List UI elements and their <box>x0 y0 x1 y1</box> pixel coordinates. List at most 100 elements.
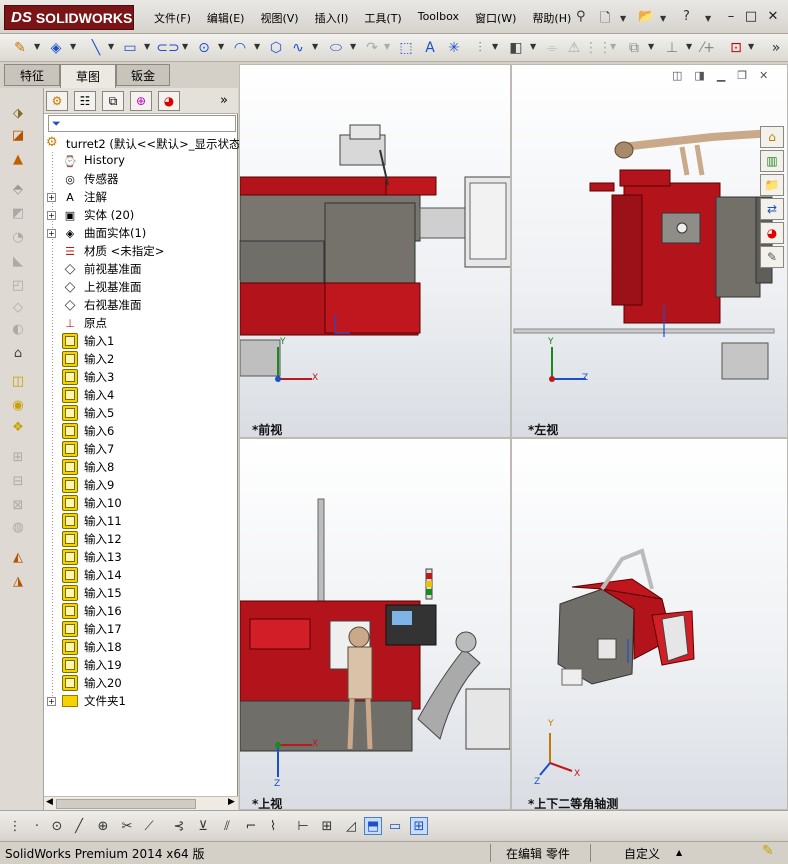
open-folder-icon[interactable]: 📂 <box>638 9 654 24</box>
tree-item[interactable]: ◇ 上视基准面 <box>44 278 238 296</box>
fillet-feature-icon[interactable]: ◔ <box>9 228 27 246</box>
rapid-sketch-icon[interactable]: ⊡ <box>726 38 746 58</box>
tree-item[interactable]: 输入12 <box>44 530 238 548</box>
fillet-icon[interactable]: ↷ <box>362 38 382 58</box>
revolved-cut-icon[interactable]: ◩ <box>9 204 27 222</box>
tree-item[interactable]: 输入19 <box>44 656 238 674</box>
arc-dropdown-chevron-icon[interactable]: ▼ <box>254 42 260 51</box>
polyline-small-icon[interactable]: ⌇ <box>264 817 282 835</box>
expand-toggle-icon[interactable]: + <box>47 229 56 238</box>
configuration-manager-icon[interactable]: ⧉ <box>102 91 124 111</box>
solidworks-logo[interactable]: DS SOLIDWORKS <box>4 5 134 30</box>
spline-dropdown-chevron-icon[interactable]: ▼ <box>312 42 318 51</box>
tree-item[interactable]: ◇ 前视基准面 <box>44 260 238 278</box>
appearances-scenes-icon[interactable]: ◕ <box>760 222 784 244</box>
convert-entities-icon[interactable]: ◧ <box>506 38 526 58</box>
angle-small-icon[interactable]: ◿ <box>342 817 360 835</box>
move-entities-icon[interactable]: ⧉ <box>624 38 644 58</box>
offset-icon[interactable]: ⌯ <box>542 38 562 58</box>
circle-dropdown-chevron-icon[interactable]: ▼ <box>218 42 224 51</box>
tree-item[interactable]: 输入20 <box>44 674 238 692</box>
hole-wizard-icon[interactable]: ⌂ <box>9 344 27 362</box>
menu-item-6[interactable]: 窗口(W) <box>467 10 524 26</box>
swept-boss-icon[interactable]: ▲ <box>9 150 27 168</box>
mirror-small-icon[interactable]: ⊻ <box>194 817 212 835</box>
relations-dropdown-chevron-icon[interactable]: ▼ <box>686 42 692 51</box>
tree-item[interactable]: ◎ 传感器 <box>44 170 238 188</box>
file-explorer-icon[interactable]: 📁 <box>760 174 784 196</box>
tree-item[interactable]: + ▣ 实体 (20) <box>44 206 238 224</box>
open-dropdown-chevron-icon[interactable]: ▼ <box>660 14 666 23</box>
expand-toggle-icon[interactable]: + <box>47 697 56 706</box>
tree-item[interactable]: 输入10 <box>44 494 238 512</box>
scroll-right-icon[interactable]: ▶ <box>228 797 235 807</box>
dimension-small-icon[interactable]: ⊢ <box>294 817 312 835</box>
panel-expand-icon[interactable]: » <box>220 93 228 108</box>
point-small-icon[interactable]: · <box>28 817 46 835</box>
linear-pattern-feature-icon[interactable]: ⊞ <box>9 448 27 466</box>
line-small-icon[interactable]: ╱ <box>70 817 88 835</box>
viewport-isometric[interactable]: Y X Z *上下二等角轴测 <box>512 439 787 809</box>
viewport-front[interactable]: Y X *前视 <box>240 65 510 437</box>
viewport-top[interactable]: X Z *上视 <box>240 439 510 809</box>
expand-toggle-icon[interactable]: + <box>47 193 56 202</box>
arc-icon[interactable]: ◠ <box>230 38 250 58</box>
tree-item[interactable]: 输入6 <box>44 422 238 440</box>
custom-properties-icon[interactable]: ✎ <box>760 246 784 268</box>
tree-item[interactable]: 输入4 <box>44 386 238 404</box>
new-document-icon[interactable]: 🗋 <box>600 9 610 31</box>
rib-icon[interactable]: ◇ <box>9 298 27 316</box>
view-palette-icon[interactable]: ⇄ <box>760 198 784 220</box>
curves-icon[interactable]: ◉ <box>9 396 27 414</box>
draft-icon[interactable]: ◐ <box>9 320 27 338</box>
line-icon[interactable]: ╲ <box>86 38 106 58</box>
viewport-left[interactable]: ◫ ◨ ▁ ❐ ✕ Y Z *左视 <box>512 65 787 437</box>
tree-item[interactable]: 输入16 <box>44 602 238 620</box>
design-library-icon[interactable]: ▥ <box>760 150 784 172</box>
mirror-feature-icon[interactable]: ⊟ <box>9 472 27 490</box>
menu-item-2[interactable]: 视图(V) <box>252 10 306 26</box>
tree-root[interactable]: ⚙ turret2 (默认<<默认>_显示状态 <box>44 134 241 152</box>
tree-item[interactable]: 输入18 <box>44 638 238 656</box>
dome-icon[interactable]: ◍ <box>9 518 27 536</box>
rapid-dropdown-chevron-icon[interactable]: ▼ <box>748 42 754 51</box>
tree-item[interactable]: 输入15 <box>44 584 238 602</box>
shell-icon[interactable]: ◰ <box>9 276 27 294</box>
corner-small-icon[interactable]: ⌐ <box>242 817 260 835</box>
tree-item[interactable]: ⌚ History <box>44 152 238 170</box>
tab-sketch[interactable]: 草图 <box>60 64 116 88</box>
feature-manager-icon[interactable]: ⚙ <box>46 91 68 111</box>
tree-item[interactable]: 输入7 <box>44 440 238 458</box>
move-dropdown-chevron-icon[interactable]: ▼ <box>648 42 654 51</box>
plane-tool-icon[interactable]: ⬚ <box>396 38 416 58</box>
extruded-cut-icon[interactable]: ⬘ <box>9 180 27 198</box>
tree-item[interactable]: + A 注解 <box>44 188 238 206</box>
tree-item[interactable]: + ◈ 曲面实体(1) <box>44 224 238 242</box>
tree-item[interactable]: 输入11 <box>44 512 238 530</box>
reference-geometry-icon[interactable]: ◫ <box>9 372 27 390</box>
status-units-custom[interactable]: 自定义 <box>624 845 660 862</box>
menu-item-3[interactable]: 插入(I) <box>307 10 357 26</box>
instant3d-icon[interactable]: ❖ <box>9 418 27 436</box>
trim-small-icon[interactable]: ✂ <box>118 817 136 835</box>
expand-toggle-icon[interactable]: + <box>47 211 56 220</box>
chamfer-icon[interactable]: ◣ <box>9 252 27 270</box>
3d-view-toggle-icon[interactable]: ⬒ <box>364 817 382 835</box>
dimxpert-icon[interactable]: ⊕ <box>130 91 152 111</box>
pattern-dropdown-chevron-icon[interactable]: ▼ <box>610 42 616 51</box>
line-dropdown-chevron-icon[interactable]: ▼ <box>108 42 114 51</box>
trim-icon[interactable]: ⫶ <box>470 38 490 58</box>
toolbar-overflow-icon[interactable]: » <box>766 38 786 58</box>
trim-dropdown-chevron-icon[interactable]: ▼ <box>492 42 498 51</box>
ellipse-icon[interactable]: ⬭ <box>326 38 346 58</box>
tree-item[interactable]: 输入3 <box>44 368 238 386</box>
wrap-icon[interactable]: ⊠ <box>9 496 27 514</box>
menu-item-4[interactable]: 工具(T) <box>356 10 409 26</box>
tree-item[interactable]: 输入9 <box>44 476 238 494</box>
tab-features[interactable]: 特征 <box>4 64 60 86</box>
circle-icon[interactable]: ⊙ <box>194 38 214 58</box>
rectangle-dropdown-chevron-icon[interactable]: ▼ <box>144 42 150 51</box>
units-dropdown-chevron-icon[interactable]: ▲ <box>676 848 682 857</box>
tree-item[interactable]: ⊥ 原点 <box>44 314 238 332</box>
slot-icon[interactable]: ⊂⊃ <box>156 38 179 58</box>
